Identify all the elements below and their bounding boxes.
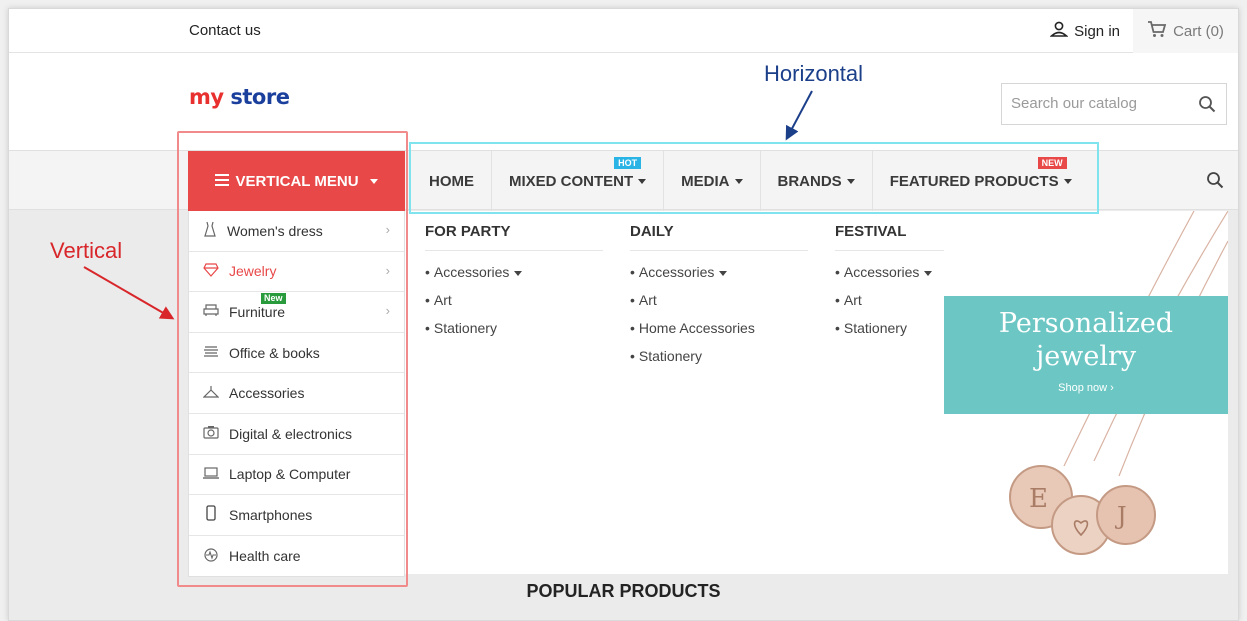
vertical-arrow xyxy=(83,266,175,320)
horizontal-arrow xyxy=(785,90,813,141)
annotation-arrows xyxy=(83,90,813,320)
